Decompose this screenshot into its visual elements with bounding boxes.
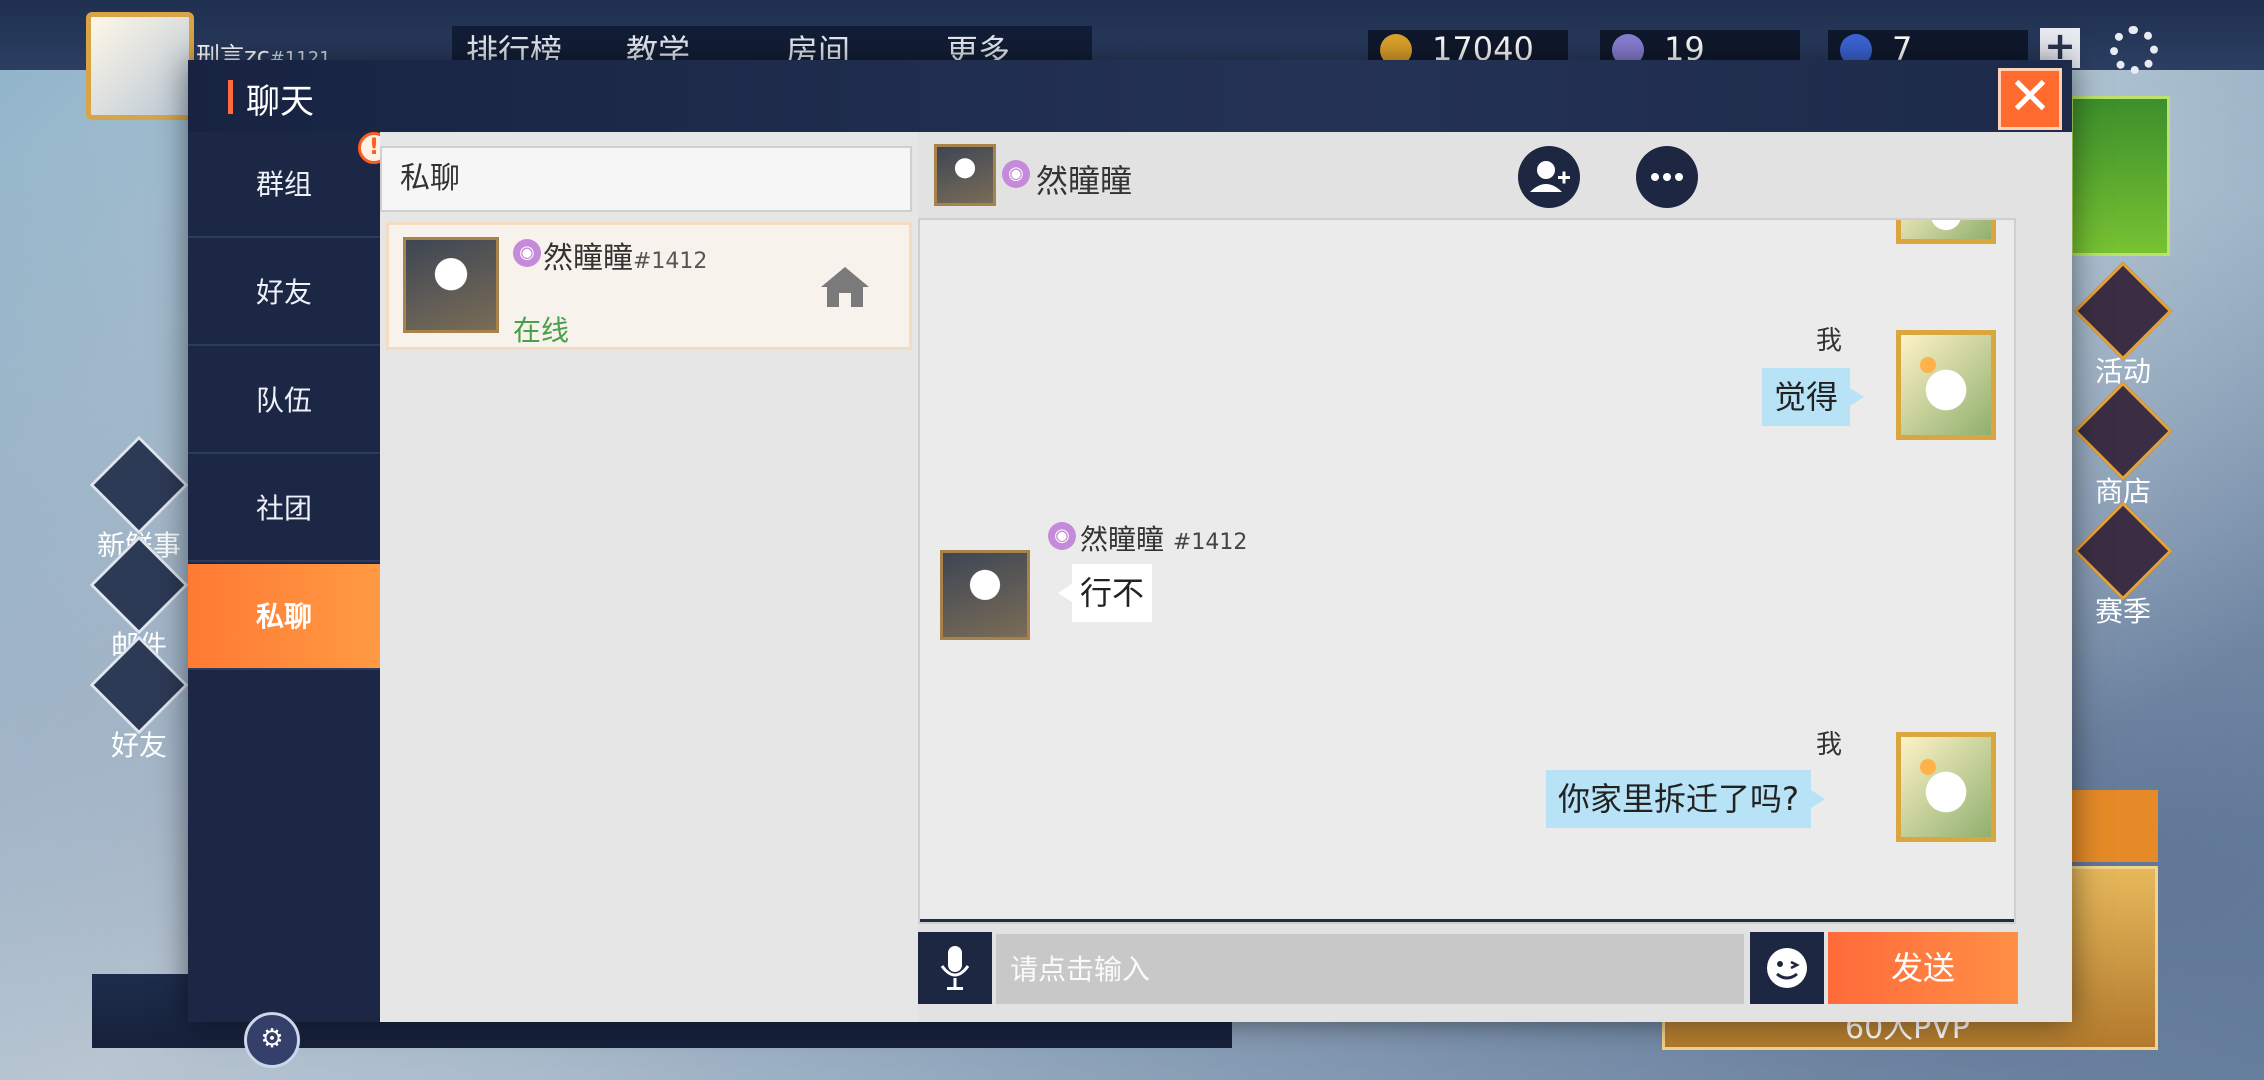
contact-name: 然瞳瞳#1412 [543,241,708,276]
sender-label-me: 我 [1816,326,1843,356]
chat-header: ◉ 然瞳瞳 [918,132,2072,214]
chat-category-nav: 群组 好友 队伍 社团 私聊 ⚙ [188,132,380,1068]
more-dots-icon [1651,173,1683,181]
side-friends[interactable]: 好友 [84,635,194,764]
eye-icon: ◉ [1048,522,1076,550]
eye-icon: ◉ [513,239,541,267]
nav-club[interactable]: 社团 [188,456,380,562]
contact-status: 在线 [513,314,570,347]
message-bubble-peer[interactable]: 行不 [1057,564,1153,622]
message-bubble-me[interactable]: 你家里拆迁了吗? [1546,770,1825,828]
add-friend-button[interactable] [1518,146,1580,208]
star-icon [2073,501,2173,601]
contact-item[interactable]: ◉ 然瞳瞳#1412 在线 [386,222,912,350]
friends-icon [89,635,189,735]
my-avatar [1896,220,1996,244]
dialog-title: 聊天 [246,82,314,122]
recharge-banner[interactable] [2070,96,2170,256]
gear-icon[interactable] [2110,26,2158,74]
add-friend-icon [1530,161,1570,192]
message-input[interactable] [996,934,1744,1004]
side-events[interactable]: 活动 [2068,261,2178,390]
message-list-divider [920,919,2014,922]
my-avatar [1896,732,1996,842]
nav-private-chat[interactable]: 私聊 [188,564,380,670]
emoji-wink-icon [1767,948,1807,988]
microphone-icon [940,946,970,990]
chat-input-row: 发送 [918,932,2072,1006]
my-avatar [1896,330,1996,440]
player-avatar[interactable] [86,12,194,120]
sender-label-me: 我 [1816,730,1843,760]
title-accent-bar [228,80,233,114]
camera-icon [89,435,189,535]
peer-avatar[interactable] [934,144,996,206]
voice-input-button[interactable] [918,932,992,1004]
side-shop[interactable]: 商店 [2068,381,2178,510]
nav-friends[interactable]: 好友 [188,240,380,346]
close-button[interactable]: ✕ [1998,68,2062,130]
contact-avatar [403,237,499,333]
send-button[interactable]: 发送 [1828,932,2018,1004]
mail-icon [89,535,189,635]
contact-list: 私聊 ◉ 然瞳瞳#1412 在线 [380,132,918,1022]
gift-icon [2073,261,2173,361]
side-season[interactable]: 赛季 [2068,501,2178,630]
contacts-header: 私聊 [380,146,912,212]
sender-label-peer: 然瞳瞳 #1412 [1080,523,1248,556]
dialog-header: 聊天 ✕ [188,60,2072,132]
nav-group[interactable]: 群组 [188,132,380,238]
home-icon[interactable] [819,265,871,309]
nav-team[interactable]: 队伍 [188,348,380,454]
emoji-button[interactable] [1750,932,1824,1004]
message-bubble-me[interactable]: 觉得 [1762,368,1865,426]
more-options-button[interactable] [1636,146,1698,208]
chat-dialog: 聊天 ✕ 群组 好友 队伍 社团 私聊 ⚙ ! 私聊 ◉ 然瞳瞳#1412 在线… [188,60,2072,1068]
shop-bag-icon [2073,381,2173,481]
peer-name: 然瞳瞳 [1036,162,1133,200]
chat-settings-icon[interactable]: ⚙ [244,1012,300,1068]
peer-message-avatar [940,550,1030,640]
eye-icon: ◉ [1002,160,1030,188]
message-list[interactable]: 我 觉得 ◉ 然瞳瞳 #1412 行不 我 你家里拆迁了吗? [918,218,2016,924]
chat-pane: ◉ 然瞳瞳 我 觉得 ◉ 然瞳瞳 #1412 行不 我 你家里拆迁了吗? 请点击… [918,132,2072,1022]
